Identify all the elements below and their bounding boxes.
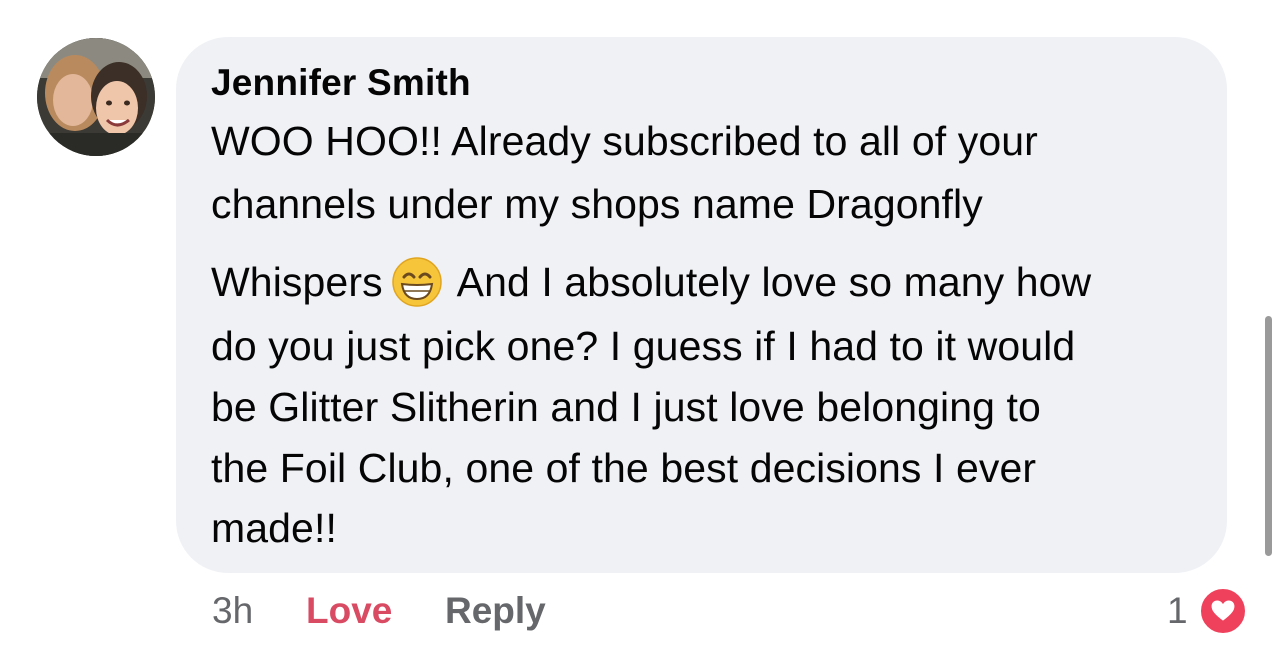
comment-text-line: WOO HOO!! Already subscribed to all of y… bbox=[211, 118, 1038, 164]
avatar-photo bbox=[37, 38, 155, 156]
comment-view: Jennifer Smith WOO HOO!! Already subscri… bbox=[0, 0, 1284, 646]
comment-timestamp[interactable]: 3h bbox=[212, 590, 253, 632]
comment-text-line-with-emoji: Whispers And I absolutely love so many h… bbox=[211, 256, 1091, 308]
scrollbar[interactable] bbox=[1265, 316, 1272, 556]
comment-text-line: the Foil Club, one of the best decisions… bbox=[211, 445, 1037, 491]
comment-text-line: channels under my shops name Dragonfly bbox=[211, 181, 983, 227]
comment-text-line: be Glitter Slitherin and I just love bel… bbox=[211, 384, 1041, 430]
comment-text-line: do you just pick one? I guess if I had t… bbox=[211, 323, 1076, 369]
love-button[interactable]: Love bbox=[306, 590, 392, 632]
comment-text-segment: And I absolutely love so many how bbox=[456, 259, 1092, 305]
comment-text-line: made!! bbox=[211, 505, 337, 551]
grinning-face-with-smiling-eyes-icon bbox=[391, 256, 443, 308]
comment-text-segment: Whispers bbox=[211, 259, 383, 305]
reaction-count[interactable]: 1 bbox=[1167, 590, 1188, 632]
reply-button[interactable]: Reply bbox=[445, 590, 546, 632]
heart-icon[interactable] bbox=[1198, 586, 1248, 636]
avatar[interactable] bbox=[37, 38, 155, 156]
comment-author-name[interactable]: Jennifer Smith bbox=[211, 62, 471, 104]
